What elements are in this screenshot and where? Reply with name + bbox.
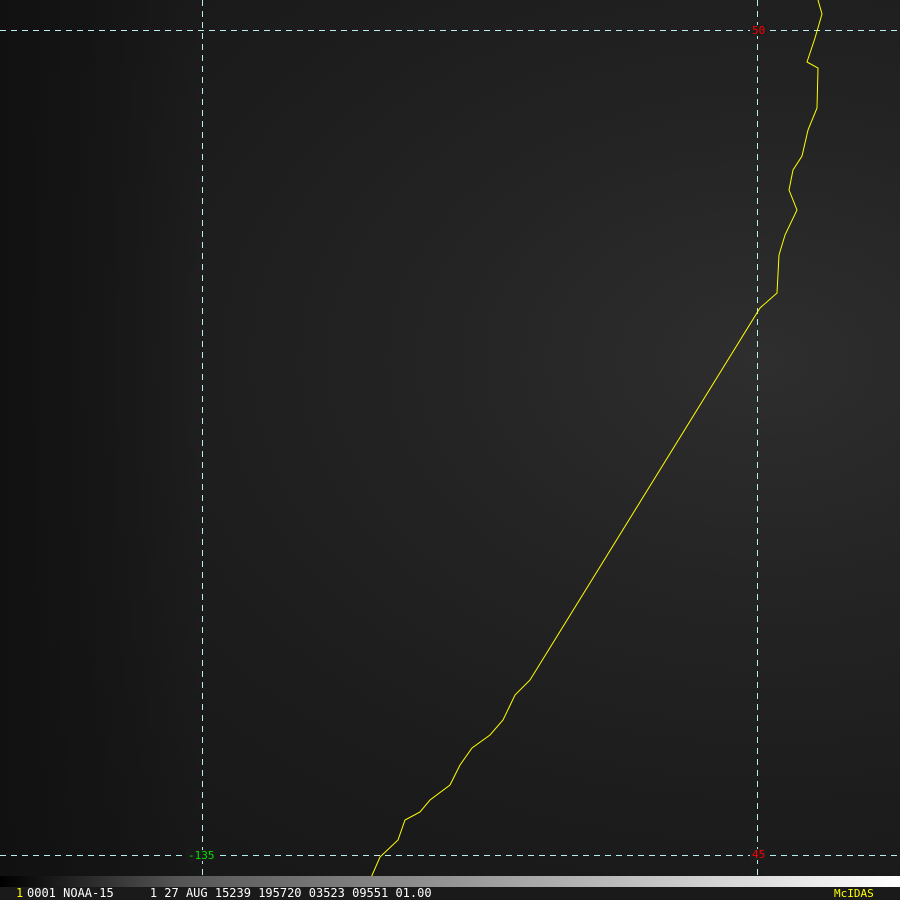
satellite-image: 50 45 -135 1 0001 NOAA-15 1 27 AUG 15239 … [0,0,900,900]
latitude-label-top: 50 [750,24,768,37]
longitude-label: -135 [186,849,217,862]
map-overlay [0,0,900,891]
latitude-label-bottom: 45 [750,848,768,861]
coastline [354,0,823,891]
image-metadata: 0001 NOAA-15 1 27 AUG 15239 195720 03523… [27,886,432,900]
frame-number: 1 [16,886,24,900]
info-bar: 1 0001 NOAA-15 1 27 AUG 15239 195720 0352… [0,887,900,900]
mcidas-logo: McIDAS [834,887,874,900]
